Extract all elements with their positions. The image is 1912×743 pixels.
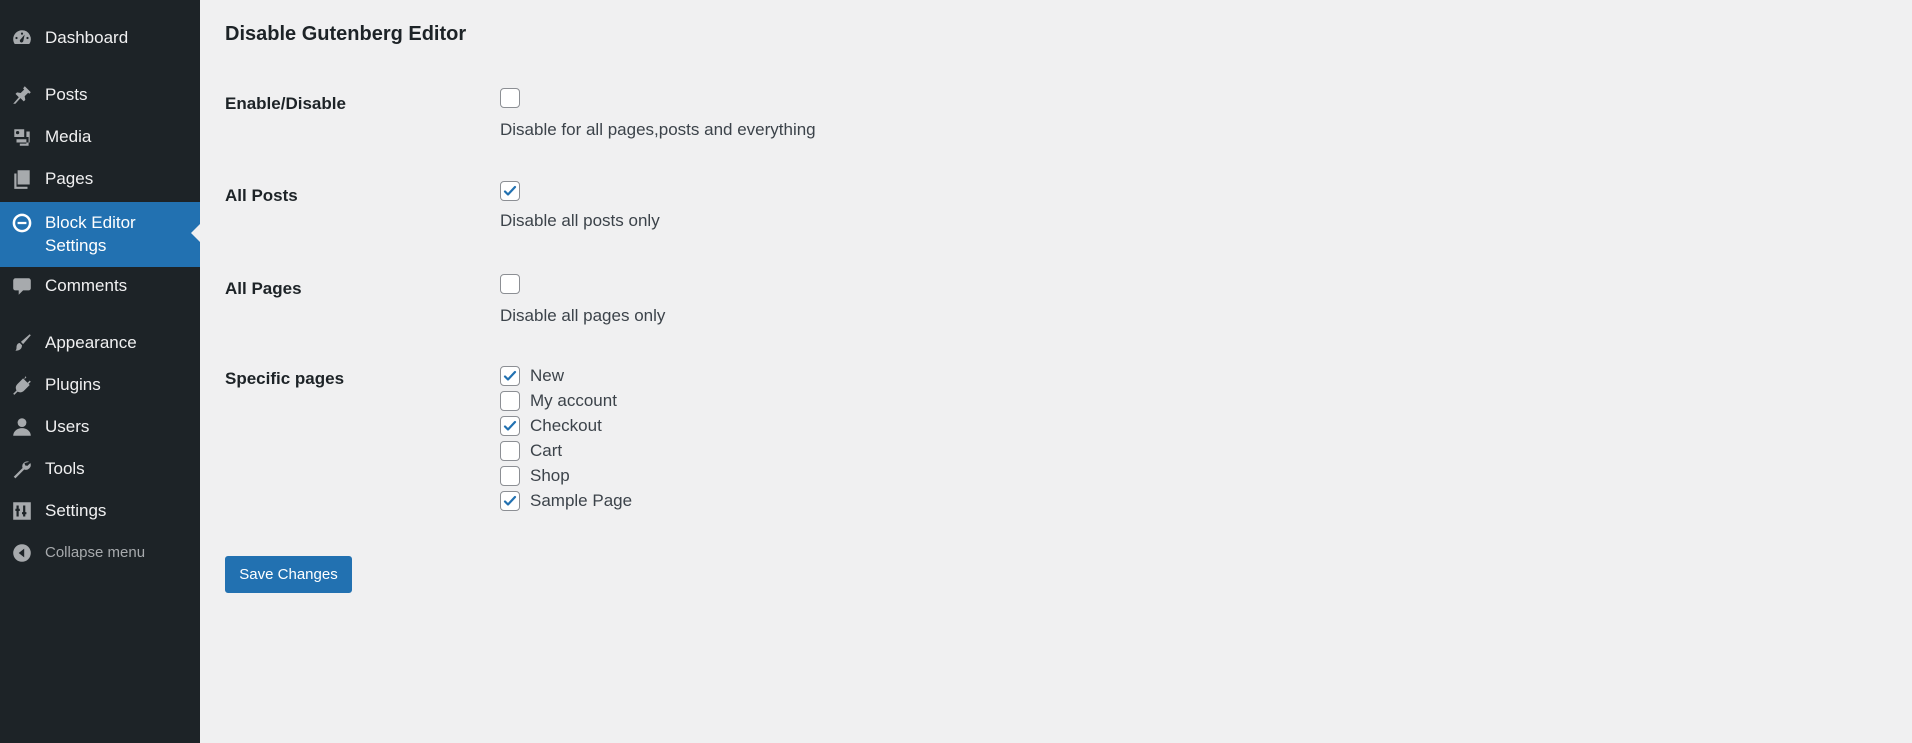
page-checkbox-sample-page[interactable] [500, 490, 520, 511]
setting-label: Enable/Disable [225, 94, 346, 113]
save-changes-button[interactable]: Save Changes [225, 556, 352, 593]
wrench-icon [10, 457, 34, 481]
sidebar-item-block-editor-settings[interactable]: Block Editor Settings [0, 202, 200, 267]
list-item: Checkout [500, 413, 632, 438]
checkmark-icon [503, 185, 517, 196]
sidebar-item-settings[interactable]: Settings [0, 492, 200, 534]
sidebar-item-label: Block Editor Settings [45, 213, 136, 255]
setting-label: All Posts [225, 186, 298, 205]
admin-sidebar: Dashboard Posts Media Pages Block Editor… [0, 0, 200, 743]
settings-icon [10, 499, 34, 523]
sidebar-item-dashboard[interactable]: Dashboard [0, 19, 200, 61]
setting-field: Disable for all pages,posts and everythi… [500, 88, 816, 141]
media-icon [10, 125, 34, 149]
sidebar-item-pages[interactable]: Pages [0, 160, 200, 202]
checkmark-icon [503, 370, 517, 381]
setting-description: Disable all posts only [500, 211, 660, 230]
sidebar-item-label: Comments [45, 276, 128, 295]
admin-menu: Dashboard Posts Media Pages Block Editor… [0, 0, 200, 576]
list-item: Cart [500, 438, 632, 463]
list-item: Sample Page [500, 488, 632, 513]
page-name: Cart [530, 440, 563, 460]
sidebar-item-media[interactable]: Media [0, 118, 200, 160]
sidebar-item-label: Pages [45, 169, 94, 188]
minus-circle-icon [10, 211, 34, 235]
sidebar-item-label: Settings [45, 501, 107, 520]
page-title: Disable Gutenberg Editor [225, 23, 467, 45]
user-icon [10, 415, 34, 439]
sidebar-item-tools[interactable]: Tools [0, 450, 200, 492]
page-checkbox-cart[interactable] [500, 440, 520, 461]
pages-icon [10, 167, 34, 191]
list-item: My account [500, 388, 632, 413]
collapse-arrow-icon [10, 541, 34, 565]
sidebar-item-posts[interactable]: Posts [0, 76, 200, 118]
sidebar-item-label: Plugins [45, 375, 101, 394]
setting-label: Specific pages [225, 369, 345, 388]
setting-field: Disable all posts only [500, 181, 660, 232]
sidebar-item-comments[interactable]: Comments [0, 267, 200, 309]
sidebar-item-label: Tools [45, 459, 85, 478]
page-checkbox-checkout[interactable] [500, 415, 520, 436]
sidebar-item-plugins[interactable]: Plugins [0, 366, 200, 408]
brush-icon [10, 331, 34, 355]
all-posts-checkbox[interactable] [500, 181, 520, 201]
page-name: Shop [530, 465, 570, 485]
pin-icon [10, 83, 34, 107]
setting-label: All Pages [225, 279, 302, 298]
setting-field: Disable all pages only [500, 274, 665, 327]
page-name: My account [530, 390, 617, 410]
page-checkbox-my-account[interactable] [500, 390, 520, 411]
all-pages-checkbox[interactable] [500, 274, 520, 294]
setting-description: Disable all pages only [500, 306, 666, 325]
enable-disable-checkbox[interactable] [500, 88, 520, 108]
collapse-menu-button[interactable]: Collapse menu [0, 534, 200, 576]
sidebar-item-users[interactable]: Users [0, 408, 200, 450]
list-item: New [500, 363, 632, 388]
page-name: New [530, 365, 565, 385]
dashboard-icon [10, 26, 34, 50]
sidebar-item-label: Dashboard [45, 28, 129, 47]
sidebar-item-label: Appearance [45, 333, 137, 352]
sidebar-item-label: Posts [45, 85, 88, 104]
list-item: Shop [500, 463, 632, 488]
sidebar-item-label: Media [45, 127, 92, 146]
page-checkbox-shop[interactable] [500, 465, 520, 486]
page-name: Sample Page [530, 490, 633, 510]
sidebar-item-label: Users [45, 417, 90, 436]
checkmark-icon [503, 495, 517, 506]
page-checkbox-new[interactable] [500, 365, 520, 386]
setting-field: New My account Checkout Cart Shop Sample… [500, 363, 632, 513]
specific-pages-list: New My account Checkout Cart Shop Sample… [500, 363, 632, 513]
checkmark-icon [503, 420, 517, 431]
comment-icon [10, 274, 34, 298]
page-name: Checkout [530, 415, 602, 435]
setting-description: Disable for all pages,posts and everythi… [500, 120, 816, 139]
plugin-icon [10, 373, 34, 397]
collapse-menu-label: Collapse menu [45, 544, 146, 561]
sidebar-item-appearance[interactable]: Appearance [0, 324, 200, 366]
